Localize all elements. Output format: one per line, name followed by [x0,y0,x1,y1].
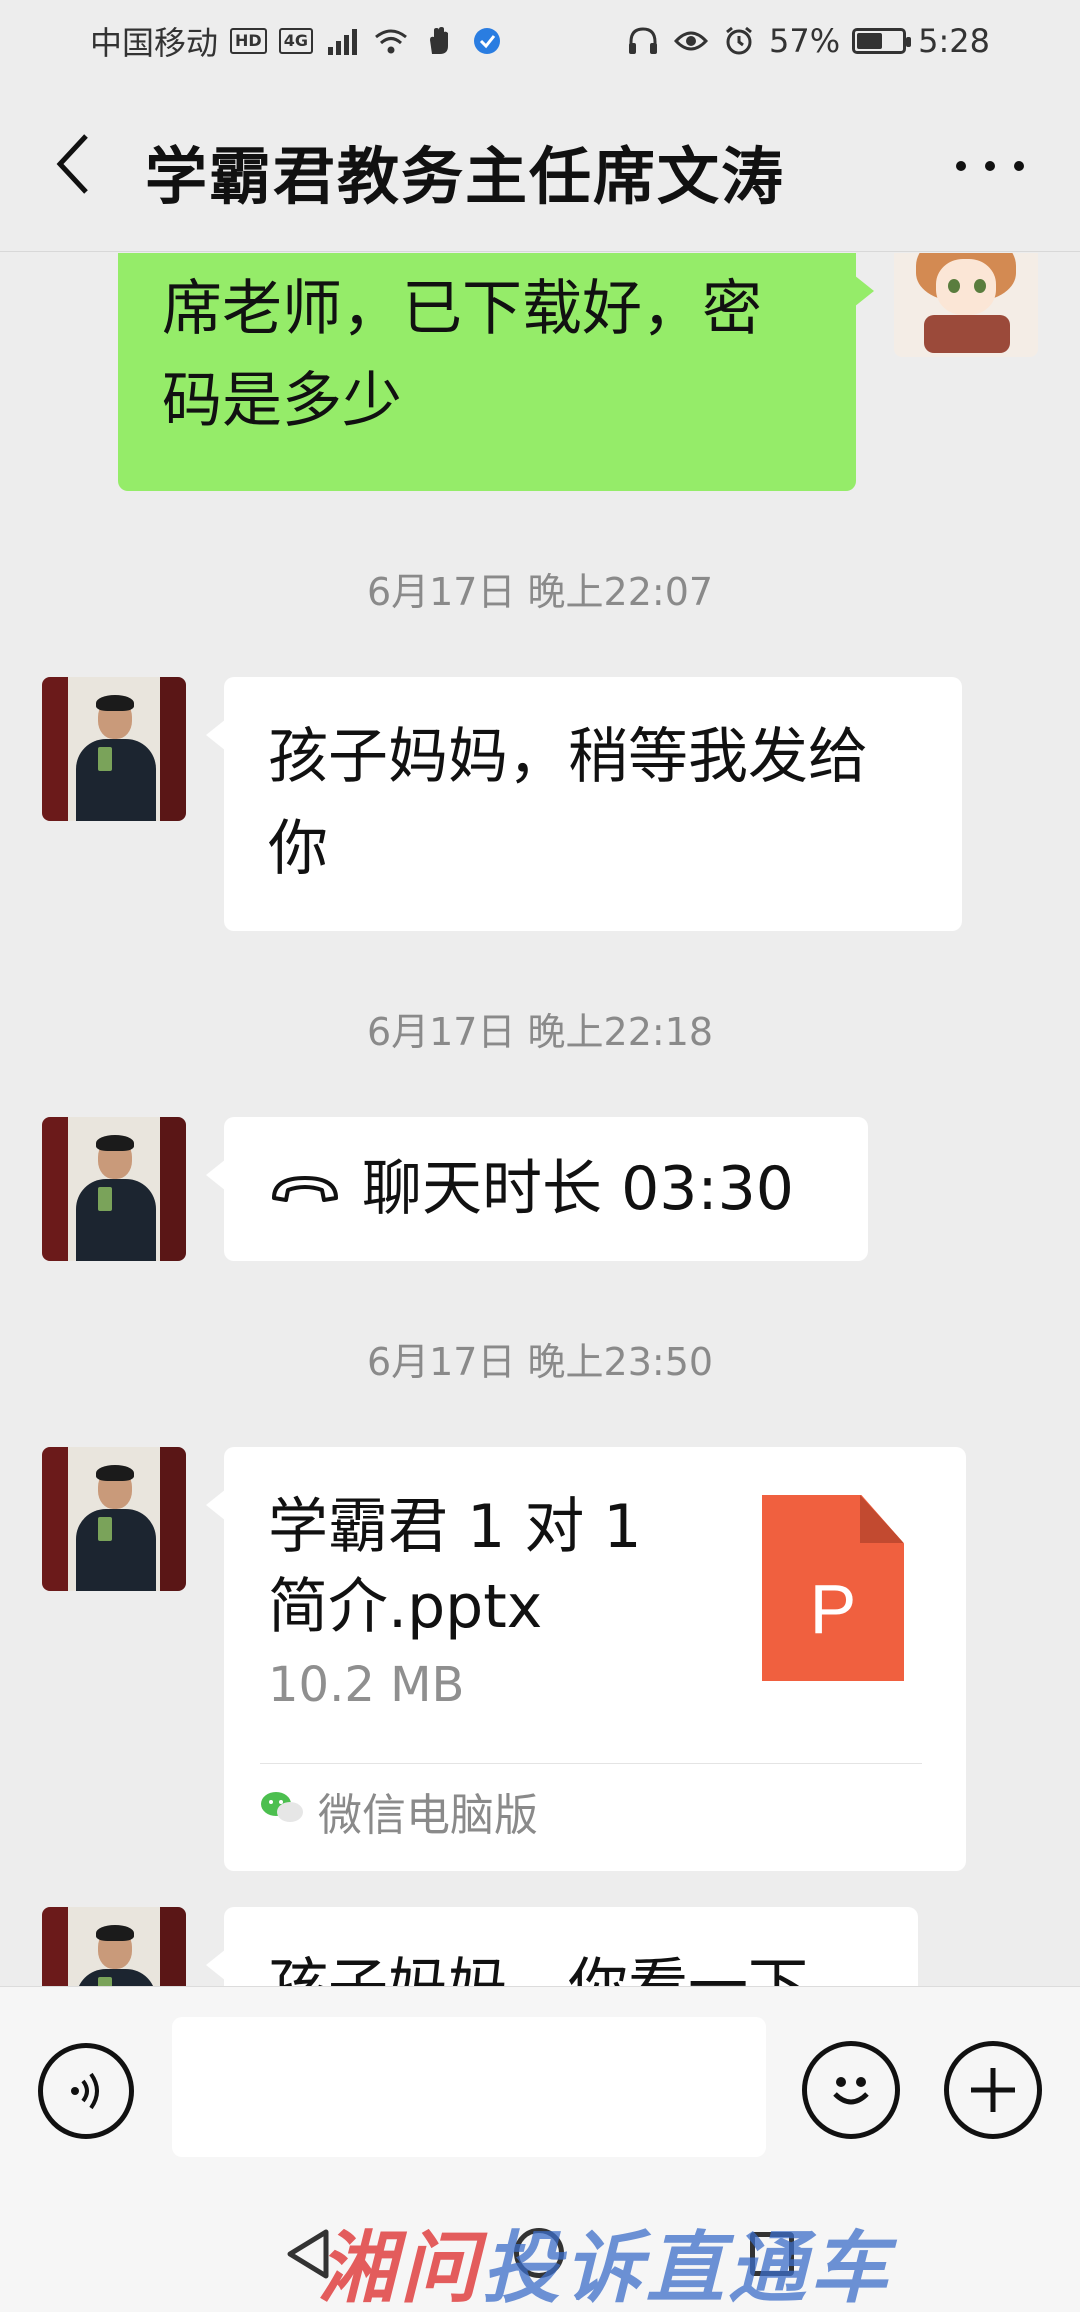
more-dot-icon [985,161,995,171]
chat-header: 学霸君教务主任席文涛 [0,82,1080,252]
message-list[interactable]: 席老师，已下载好，密码是多少 6月17日 晚上22:07 孩子妈妈，稍等我发给你… [0,253,1080,1986]
chat-title: 学霸君教务主任席文涛 [145,140,786,213]
file-name: 学霸君 1 对 1 简介.pptx [268,1492,642,1642]
hand-icon [421,23,457,59]
call-record-row: 聊天时长 03:30 [268,1143,824,1235]
smiley-icon [833,2077,869,2105]
input-bar [0,1986,1080,2196]
more-dot-icon [956,161,966,171]
message-text: 孩子妈妈，稍等我发给你 [268,722,868,884]
system-nav-bar: 湘问投诉直通车 [0,2196,1080,2312]
avatar-contact[interactable] [42,1907,186,1986]
voice-icon [71,2072,99,2110]
signal-icon [325,23,361,59]
message-input[interactable] [172,2017,766,2157]
app-notification-icon [469,23,505,59]
call-record-bubble[interactable]: 聊天时长 03:30 [206,1117,868,1261]
divider [260,1763,922,1764]
wifi-icon [373,23,409,59]
more-options-button[interactable] [950,142,1030,190]
status-left: 中国移动 HD 4G [90,18,505,64]
emoji-button[interactable] [802,2041,900,2139]
hd-badge: HD [230,28,267,54]
avatar-contact[interactable] [42,677,186,821]
message-timestamp: 6月17日 晚上22:07 [366,570,714,614]
file-message-card[interactable]: 学霸君 1 对 1 简介.pptx 10.2 MB P 微信电脑版 [206,1447,966,1871]
avatar-contact[interactable] [42,1447,186,1591]
message-text: 席老师，已下载好，密码是多少 [162,274,762,436]
headphones-icon [625,23,661,59]
message-timestamp: 6月17日 晚上22:18 [366,1010,714,1054]
status-bar: 中国移动 HD 4G 57% 5:28 [0,0,1080,82]
plus-icon [971,2068,1015,2112]
back-button[interactable] [40,132,104,196]
watermark: 湘问投诉直通车 [318,2206,892,2312]
battery-icon [852,28,912,54]
voice-input-button[interactable] [38,2043,134,2139]
message-timestamp: 6月17日 晚上23:50 [366,1340,714,1384]
file-size: 10.2 MB [268,1657,465,1713]
chevron-left-icon [56,134,88,194]
call-duration-text: 聊天时长 03:30 [362,1154,794,1224]
carrier-label: 中国移动 [90,24,219,62]
message-bubble-contact[interactable]: 孩子妈妈，稍等我发给你 [206,677,962,931]
eye-icon [673,23,709,59]
alarm-icon [721,23,757,59]
avatar-contact[interactable] [42,1117,186,1261]
watermark-part2: 投诉直通车 [482,2224,893,2312]
message-text: 孩子妈妈，你看一下 [268,1952,808,1986]
phone-hangup-icon [268,1169,342,1209]
message-bubble-self[interactable]: 席老师，已下载好，密码是多少 [118,253,874,491]
network-badge: 4G [278,28,313,54]
file-source: 微信电脑版 [260,1779,538,1843]
file-source-label: 微信电脑版 [318,1790,538,1841]
battery-fill [857,33,883,49]
battery-percent: 57% [769,22,841,60]
watermark-part1: 湘问 [318,2224,483,2312]
wechat-icon [260,1786,304,1837]
clock: 5:28 [918,22,990,60]
avatar-self[interactable] [894,253,1038,357]
more-functions-button[interactable] [944,2041,1042,2139]
status-right: 57% 5:28 [625,22,990,60]
message-bubble-contact[interactable]: 孩子妈妈，你看一下 [206,1907,918,1986]
file-icon-letter: P [809,1570,857,1648]
pptx-file-icon: P [762,1495,904,1681]
more-dot-icon [1014,161,1024,171]
